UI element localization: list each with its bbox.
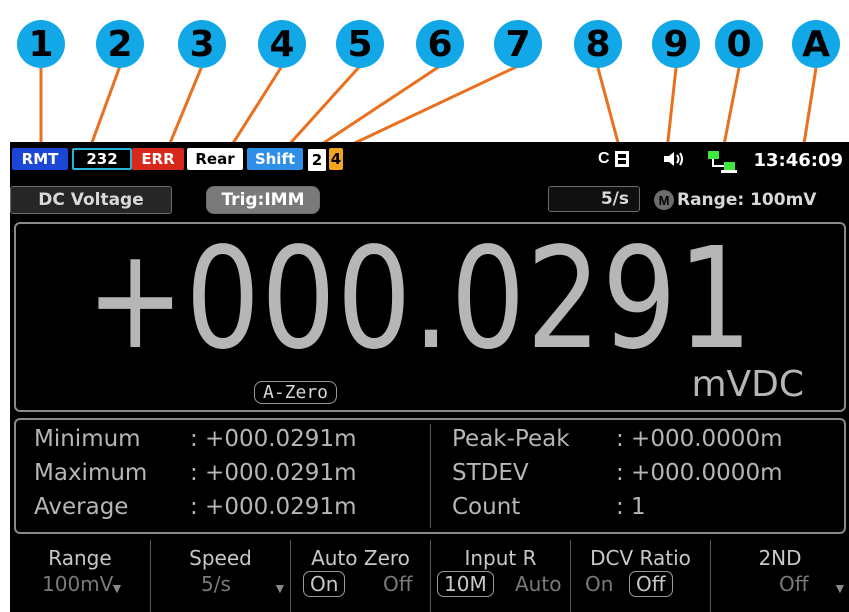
main-reading: +000.0291 xyxy=(86,218,754,381)
trigger-label: Trig:IMM xyxy=(206,186,320,214)
manual-range-icon: M xyxy=(654,190,674,210)
callout-2: 2 xyxy=(96,20,144,68)
softkey-value: Off xyxy=(779,572,809,596)
stat-value: : +000.0000m xyxy=(616,426,783,452)
speaker-icon xyxy=(662,150,686,173)
softkey-option-selected: Off xyxy=(629,571,673,597)
rear-input-indicator: Rear xyxy=(187,148,243,170)
option-off: Off xyxy=(629,571,673,597)
softkey-dcv-ratio[interactable]: DCV Ratio On Off xyxy=(570,540,710,612)
softkey-option: Auto xyxy=(515,572,562,596)
stat-value: : +000.0291m xyxy=(190,494,357,520)
callout-0: 0 xyxy=(715,20,763,68)
softkey-auto-zero[interactable]: Auto Zero On Off xyxy=(290,540,430,612)
stat-value: : +000.0291m xyxy=(190,426,357,452)
shift-indicator: Shift xyxy=(247,148,303,170)
softkey-input-r[interactable]: Input R 10M Auto xyxy=(430,540,570,612)
softkey-value: 100mV xyxy=(42,572,114,596)
stat-value: : +000.0291m xyxy=(190,460,357,486)
stats-divider xyxy=(430,424,431,528)
softkey-bar: Range 100mV ▼ Speed 5/s ▼ Auto Zero On O… xyxy=(10,540,849,612)
stat-label: Maximum xyxy=(34,460,148,486)
clock: 13:46:09 xyxy=(753,150,843,171)
keyboard-lock-icon xyxy=(614,150,630,173)
softkey-title: Speed xyxy=(189,546,252,570)
range-label: Range: 100mV xyxy=(677,190,817,210)
softkey-range[interactable]: Range 100mV ▼ xyxy=(10,540,150,612)
stat-label: Peak-Peak xyxy=(452,426,570,452)
remote-indicator: RMT xyxy=(12,148,68,170)
stat-label: Average xyxy=(34,494,129,520)
softkey-2nd[interactable]: 2ND Off ▼ xyxy=(710,540,849,612)
chevron-down-icon: ▼ xyxy=(273,580,287,596)
second-display-indicator: 2 xyxy=(307,148,327,172)
callout-3: 3 xyxy=(178,20,226,68)
stat-label: Minimum xyxy=(34,426,141,452)
callout-4: 4 xyxy=(258,20,306,68)
softkey-title: Input R xyxy=(464,546,537,570)
softkey-title: 2ND xyxy=(758,546,802,570)
stat-label: STDEV xyxy=(452,460,529,486)
chevron-down-icon: ▼ xyxy=(833,580,847,596)
option-10m: 10M xyxy=(437,571,494,597)
callout-8: 8 xyxy=(574,20,622,68)
stat-value: : 1 xyxy=(616,494,646,520)
callout-a: A xyxy=(792,20,840,68)
reading-unit: mVDC xyxy=(691,364,804,405)
softkey-value: 5/s xyxy=(201,572,231,596)
rs232-indicator: 232 xyxy=(72,148,132,170)
statistics-panel: Minimum : +000.0291m Maximum : +000.0291… xyxy=(14,418,846,534)
softkey-speed[interactable]: Speed 5/s ▼ xyxy=(150,540,290,612)
softkey-option: Off xyxy=(383,572,413,596)
chevron-down-icon: ▼ xyxy=(110,580,124,596)
callout-5: 5 xyxy=(336,20,384,68)
function-label: DC Voltage xyxy=(10,186,172,214)
stat-value: : +000.0000m xyxy=(616,460,783,486)
softkey-option-selected: 10M xyxy=(437,571,494,597)
info-bar: DC Voltage Trig:IMM 5/s M Range: 100mV xyxy=(10,182,849,218)
instrument-screen: RMT 232 ERR Rear Shift 2 4 C 13:46:09 DC… xyxy=(10,142,849,612)
error-indicator: ERR xyxy=(132,148,184,170)
status-bar: RMT 232 ERR Rear Shift 2 4 C 13:46:09 xyxy=(10,142,849,176)
main-reading-panel: +000.0291 A-Zero mVDC xyxy=(14,222,846,412)
callout-9: 9 xyxy=(652,20,700,68)
four-wire-indicator: 4 xyxy=(329,148,343,170)
option-on: On xyxy=(303,571,346,597)
c-indicator: C xyxy=(598,150,610,167)
softkey-title: Range xyxy=(48,546,112,570)
auto-zero-badge: A-Zero xyxy=(254,381,338,404)
softkey-title: DCV Ratio xyxy=(590,546,691,570)
softkey-option: On xyxy=(585,572,614,596)
callout-1: 1 xyxy=(17,20,65,68)
callout-6: 6 xyxy=(416,20,464,68)
softkey-title: Auto Zero xyxy=(311,546,410,570)
softkey-option-selected: On xyxy=(303,571,346,597)
rate-label: 5/s xyxy=(548,186,640,212)
stat-label: Count xyxy=(452,494,521,520)
network-icon xyxy=(707,150,737,179)
callout-7: 7 xyxy=(494,20,542,68)
